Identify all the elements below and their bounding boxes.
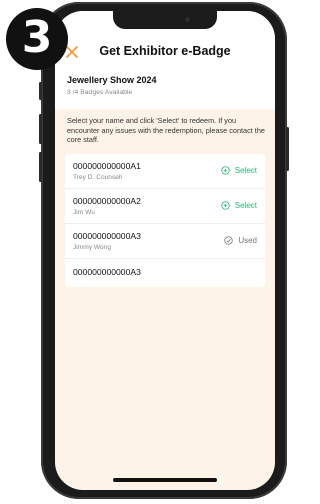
used-label: Used <box>238 236 257 245</box>
front-camera <box>185 17 190 22</box>
badge-id: 000000000000A1 <box>73 161 141 171</box>
select-label: Select <box>234 166 257 175</box>
phone-screen: Get Exhibitor e-Badge Jewellery Show 202… <box>55 11 275 490</box>
plus-circle-icon <box>221 166 230 175</box>
phone-power-button <box>286 127 289 171</box>
step-number-badge: 3 <box>6 8 68 70</box>
badges-available-count: 3 /4 Badges Available <box>67 89 133 96</box>
phone-frame: Get Exhibitor e-Badge Jewellery Show 202… <box>39 2 289 499</box>
badge-owner: Jimmy Wong <box>73 244 111 251</box>
badge-row[interactable]: 000000000000A1 Trey D. Counsell Select <box>65 154 265 189</box>
event-name: Jewellery Show 2024 <box>67 75 157 85</box>
phone-side-button <box>39 82 42 100</box>
select-button[interactable]: Select <box>221 166 257 175</box>
badge-id: 000000000000A3 <box>73 231 141 241</box>
badge-owner: Jim Wu <box>73 209 95 216</box>
badge-row[interactable]: 000000000000A2 Jim Wu Select <box>65 189 265 224</box>
event-info: Jewellery Show 2024 3 /4 Badges Availabl… <box>55 71 275 109</box>
used-status: Used <box>224 236 257 245</box>
badge-list: 000000000000A1 Trey D. Counsell Select 0… <box>65 154 265 287</box>
phone-volume-up-button <box>39 114 42 144</box>
instructions-text: Select your name and click 'Select' to r… <box>67 116 265 145</box>
badge-row: 000000000000A3 Jimmy Wong Used <box>65 224 265 259</box>
check-circle-icon <box>224 236 233 245</box>
page-title: Get Exhibitor e-Badge <box>99 44 231 58</box>
badge-row[interactable]: 000000000000A3 <box>65 259 265 287</box>
select-label: Select <box>234 201 257 210</box>
phone-notch <box>113 11 217 29</box>
plus-circle-icon <box>221 201 230 210</box>
step-number: 3 <box>21 12 53 63</box>
select-button[interactable]: Select <box>221 201 257 210</box>
badge-id: 000000000000A3 <box>73 267 141 277</box>
badge-id: 000000000000A2 <box>73 196 141 206</box>
phone-volume-down-button <box>39 152 42 182</box>
home-indicator <box>113 478 217 482</box>
badge-owner: Trey D. Counsell <box>73 174 122 181</box>
